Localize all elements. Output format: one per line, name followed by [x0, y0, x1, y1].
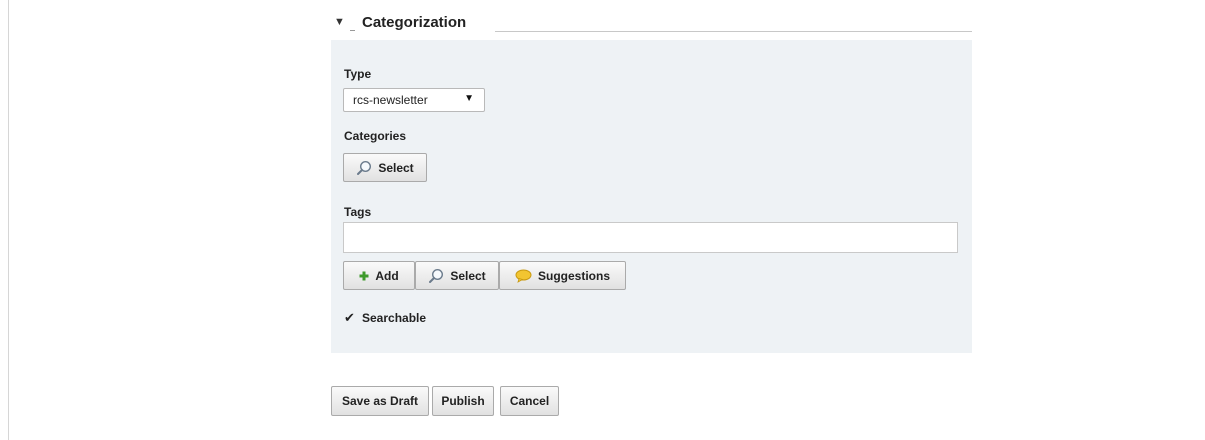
plus-icon: [359, 271, 369, 281]
header-dash: [350, 30, 355, 31]
searchable-label: Searchable: [362, 311, 427, 325]
collapse-triangle-icon[interactable]: ▼: [334, 16, 345, 28]
type-select-value: rcs-newsletter: [353, 93, 428, 107]
searchable-checkbox-row[interactable]: ✔ Searchable: [344, 310, 426, 326]
speech-bubble-icon: [515, 269, 532, 283]
categories-label: Categories: [344, 129, 407, 143]
section-divider: [495, 31, 972, 32]
left-border-line: [8, 0, 9, 440]
save-as-draft-button[interactable]: Save as Draft: [331, 386, 429, 416]
magnifier-icon: [356, 160, 372, 176]
section-title: Categorization: [362, 14, 467, 31]
publish-button[interactable]: Publish: [432, 386, 494, 416]
tags-suggestions-button[interactable]: Suggestions: [499, 261, 626, 290]
categories-select-label: Select: [378, 160, 414, 175]
categorization-section-header[interactable]: ▼ Categorization: [334, 13, 972, 37]
tags-input[interactable]: [343, 222, 958, 253]
magnifier-icon: [428, 268, 444, 284]
tags-select-button[interactable]: Select: [415, 261, 499, 290]
tags-add-label: Add: [375, 268, 399, 283]
tags-add-button[interactable]: Add: [343, 261, 415, 290]
categorization-panel: [331, 40, 972, 353]
tags-select-label: Select: [450, 268, 486, 283]
tags-label: Tags: [344, 205, 372, 219]
triangle-down-icon: ▼: [464, 93, 474, 104]
tags-suggestions-label: Suggestions: [537, 268, 610, 283]
type-select[interactable]: rcs-newsletter ▼: [343, 88, 485, 112]
cancel-button[interactable]: Cancel: [500, 386, 559, 416]
categories-select-button[interactable]: Select: [343, 153, 427, 182]
type-label: Type: [344, 67, 372, 81]
checkmark-icon[interactable]: ✔: [344, 310, 356, 326]
